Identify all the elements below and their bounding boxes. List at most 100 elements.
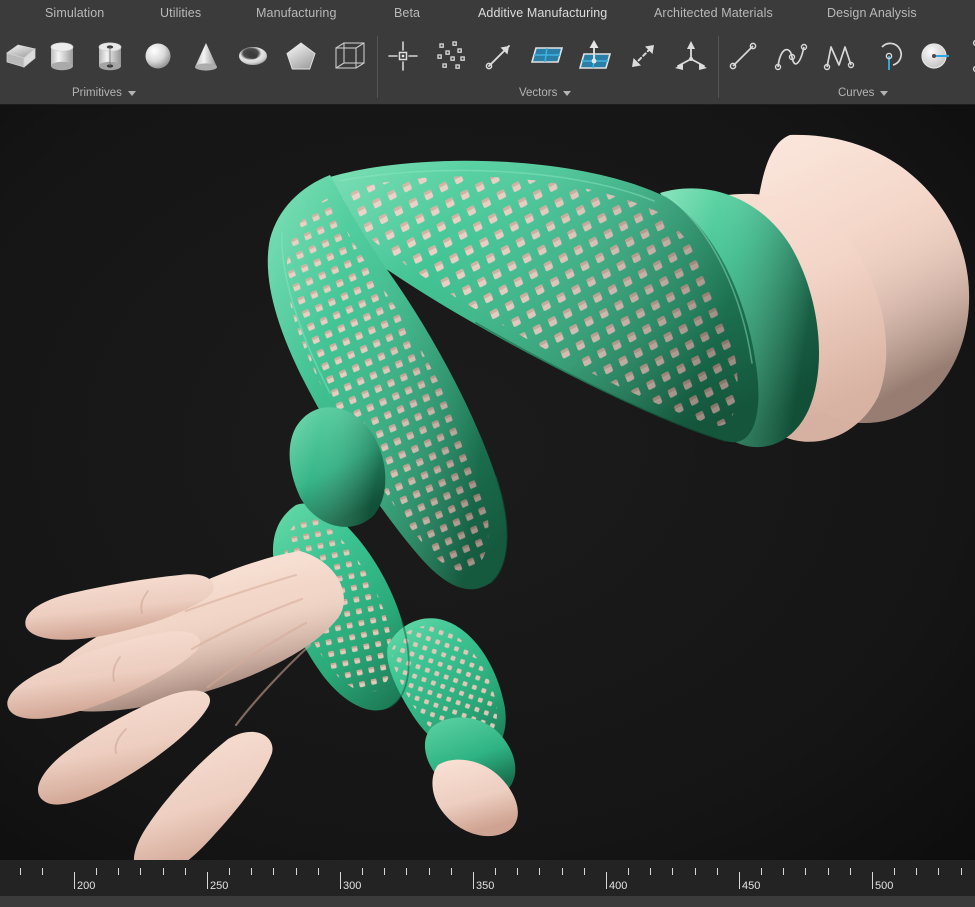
spline-icon (821, 39, 857, 73)
arc-tool[interactable] (866, 30, 908, 82)
ruler-tick-minor (628, 868, 629, 875)
ribbon-separator-1 (377, 36, 378, 98)
ribbon-group-primitives[interactable]: Primitives (72, 87, 136, 99)
ruler-tick-minor (850, 868, 851, 875)
ruler-tick-minor (517, 868, 518, 875)
ribbon-tab-simulation[interactable]: Simulation (45, 6, 104, 20)
viewport-ruler[interactable]: 200 250 300 350 400 450 500 (0, 860, 975, 907)
ruler-tick-label: 300 (343, 880, 362, 892)
ruler-tick-major (74, 872, 75, 889)
ribbon-group-vectors[interactable]: Vectors (519, 87, 572, 99)
chevron-down-icon[interactable] (563, 90, 572, 96)
ribbon-tab-bar: Simulation Utilities Manufacturing Beta Addi… (0, 0, 975, 30)
ribbon-tab-additive-manufacturing[interactable]: Additive Manufacturing (478, 6, 607, 20)
polygon-prism-icon (284, 39, 318, 73)
ruler-tick-minor (384, 868, 385, 875)
plane-tool[interactable] (526, 30, 568, 82)
ribbon-group-label-text: Vectors (519, 87, 558, 99)
axes-triad-icon (673, 39, 709, 73)
point-cloud-icon (434, 39, 468, 73)
vector-arrow-icon (482, 39, 516, 73)
point-cloud-tool[interactable] (430, 30, 472, 82)
ruler-base (0, 896, 975, 907)
ruler-tick-minor (429, 868, 430, 875)
sphere-tool[interactable] (137, 30, 179, 82)
spline-tool[interactable] (818, 30, 860, 82)
cone-tool[interactable] (185, 30, 227, 82)
ruler-tick-minor (251, 868, 252, 875)
ruler-tick-label: 450 (742, 880, 761, 892)
polyline-tool[interactable] (770, 30, 812, 82)
box-tool[interactable] (0, 30, 42, 82)
ruler-tick-minor (96, 868, 97, 875)
circle-icon (918, 39, 952, 73)
ruler-tick-label: 350 (476, 880, 495, 892)
ribbon-tab-architected-materials[interactable]: Architected Materials (654, 6, 773, 20)
ribbon-tab-design-analysis[interactable]: Design Analysis (827, 6, 917, 20)
ribbon-tab-utilities[interactable]: Utilities (160, 6, 201, 20)
polygon-prism-tool[interactable] (280, 30, 322, 82)
ribbon-tool-row (0, 30, 975, 82)
ribbon-group-label-text: Primitives (72, 87, 122, 99)
ruler-tick-minor (783, 868, 784, 875)
circle-tool[interactable] (914, 30, 956, 82)
ruler-strip: 200 250 300 350 400 450 500 (0, 860, 975, 896)
line-tool[interactable] (722, 30, 764, 82)
polyline-icon (772, 39, 810, 73)
ruler-tick-minor (916, 868, 917, 875)
torus-primitive-icon (236, 39, 270, 73)
ruler-tick-minor (451, 868, 452, 875)
bounding-box-tool[interactable] (329, 30, 371, 82)
chevron-down-icon[interactable] (880, 90, 889, 96)
point-tool[interactable] (382, 30, 424, 82)
ruler-tick-minor (118, 868, 119, 875)
torus-tool[interactable] (232, 30, 274, 82)
model-viewport-3d[interactable] (0, 105, 975, 860)
ruler-tick-minor (296, 868, 297, 875)
ruler-tick-minor (163, 868, 164, 875)
chevron-down-icon[interactable] (127, 90, 136, 96)
ribbon-tab-manufacturing[interactable]: Manufacturing (256, 6, 337, 20)
ruler-tick-minor (318, 868, 319, 875)
cylinder-primitive-icon (47, 39, 77, 73)
vector-tool[interactable] (478, 30, 520, 82)
ruler-tick-label: 400 (609, 880, 628, 892)
ruler-tick-label: 500 (875, 880, 894, 892)
ruler-tick-minor (20, 868, 21, 875)
tube-tool[interactable] (89, 30, 131, 82)
ruler-tick-minor (828, 868, 829, 875)
arm-cast-3d-model (0, 105, 975, 860)
ruler-tick-label: 200 (77, 880, 96, 892)
ruler-tick-minor (562, 868, 563, 875)
ruler-tick-minor (894, 868, 895, 875)
scale-vector-tool[interactable] (622, 30, 664, 82)
arc-icon (869, 39, 905, 73)
ruler-tick-minor (42, 868, 43, 875)
ruler-tick-minor (717, 868, 718, 875)
diagonal-double-arrow-icon (626, 39, 660, 73)
plane-normal-icon (576, 38, 614, 74)
ruler-tick-major (739, 872, 740, 889)
ellipse-tool[interactable] (960, 30, 975, 82)
ruler-tick-minor (695, 868, 696, 875)
ruler-tick-minor (584, 868, 585, 875)
ruler-tick-minor (495, 868, 496, 875)
ruler-tick-minor (961, 868, 962, 875)
ruler-tick-minor (140, 868, 141, 875)
ruler-tick-minor (650, 868, 651, 875)
ruler-tick-major (606, 872, 607, 889)
ruler-tick-minor (229, 868, 230, 875)
point-crosshair-icon (387, 40, 419, 72)
coordinate-system-tool[interactable] (670, 30, 712, 82)
plane-icon (528, 42, 566, 70)
ribbon-group-curves[interactable]: Curves (838, 87, 889, 99)
ribbon-tab-beta[interactable]: Beta (394, 6, 420, 20)
ruler-tick-major (207, 872, 208, 889)
sphere-primitive-icon (141, 39, 175, 73)
cylinder-tool[interactable] (41, 30, 83, 82)
plane-normal-tool[interactable] (574, 30, 616, 82)
ruler-tick-minor (672, 868, 673, 875)
wireframe-box-icon (333, 39, 367, 73)
ruler-tick-minor (406, 868, 407, 875)
ruler-tick-minor (938, 868, 939, 875)
